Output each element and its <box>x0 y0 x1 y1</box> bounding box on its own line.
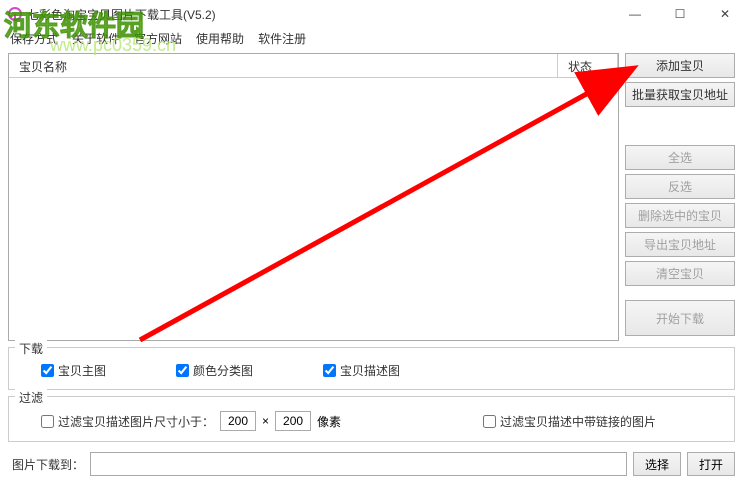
column-status[interactable]: 状态 <box>558 54 618 77</box>
download-group-title: 下载 <box>15 340 47 357</box>
minimize-button[interactable]: — <box>625 4 645 24</box>
item-table[interactable]: 宝贝名称 状态 <box>8 53 619 341</box>
delete-selected-button[interactable]: 删除选中的宝贝 <box>625 203 735 228</box>
menu-bar: 保存方式 关于软件 官方网站 使用帮助 软件注册 <box>0 28 743 53</box>
open-path-button[interactable]: 打开 <box>687 452 735 476</box>
export-urls-button[interactable]: 导出宝贝地址 <box>625 232 735 257</box>
title-bar: 七彩色淘宝宝贝图片下载工具(V5.2) — ☐ ✕ <box>0 0 743 28</box>
table-header: 宝贝名称 状态 <box>9 54 618 78</box>
menu-website[interactable]: 官方网站 <box>134 30 182 47</box>
choose-path-button[interactable]: 选择 <box>633 452 681 476</box>
filter-link-checkbox[interactable]: 过滤宝贝描述中带链接的图片 <box>483 413 656 430</box>
start-download-button[interactable]: 开始下载 <box>625 300 735 336</box>
add-item-button[interactable]: 添加宝贝 <box>625 53 735 78</box>
download-path-input[interactable] <box>90 452 627 476</box>
filter-group: 过滤 过滤宝贝描述图片尺寸小于： × 像素 过滤宝贝描述中带链接的图片 <box>8 396 735 442</box>
clear-items-button[interactable]: 清空宝贝 <box>625 261 735 286</box>
main-image-checkbox[interactable]: 宝贝主图 <box>41 362 106 379</box>
menu-help[interactable]: 使用帮助 <box>196 30 244 47</box>
menu-about[interactable]: 关于软件 <box>72 30 120 47</box>
filter-size-unit: 像素 <box>317 413 341 430</box>
invert-selection-button[interactable]: 反选 <box>625 174 735 199</box>
menu-register[interactable]: 软件注册 <box>258 30 306 47</box>
close-button[interactable]: ✕ <box>715 4 735 24</box>
maximize-button[interactable]: ☐ <box>670 4 690 24</box>
filter-height-input[interactable] <box>275 411 311 431</box>
desc-image-checkbox[interactable]: 宝贝描述图 <box>323 362 400 379</box>
select-all-button[interactable]: 全选 <box>625 145 735 170</box>
menu-save-mode[interactable]: 保存方式 <box>10 30 58 47</box>
window-title: 七彩色淘宝宝贝图片下载工具(V5.2) <box>27 6 625 23</box>
color-image-checkbox[interactable]: 颜色分类图 <box>176 362 253 379</box>
filter-width-input[interactable] <box>220 411 256 431</box>
column-name[interactable]: 宝贝名称 <box>9 54 558 77</box>
batch-fetch-button[interactable]: 批量获取宝贝地址 <box>625 82 735 107</box>
app-icon <box>8 7 22 21</box>
filter-size-x: × <box>262 414 269 428</box>
download-group: 下载 宝贝主图 颜色分类图 宝贝描述图 <box>8 347 735 390</box>
download-path-label: 图片下载到： <box>8 456 84 473</box>
filter-group-title: 过滤 <box>15 389 47 406</box>
filter-size-checkbox[interactable]: 过滤宝贝描述图片尺寸小于： <box>41 413 214 430</box>
download-path-row: 图片下载到： 选择 打开 <box>0 442 743 486</box>
